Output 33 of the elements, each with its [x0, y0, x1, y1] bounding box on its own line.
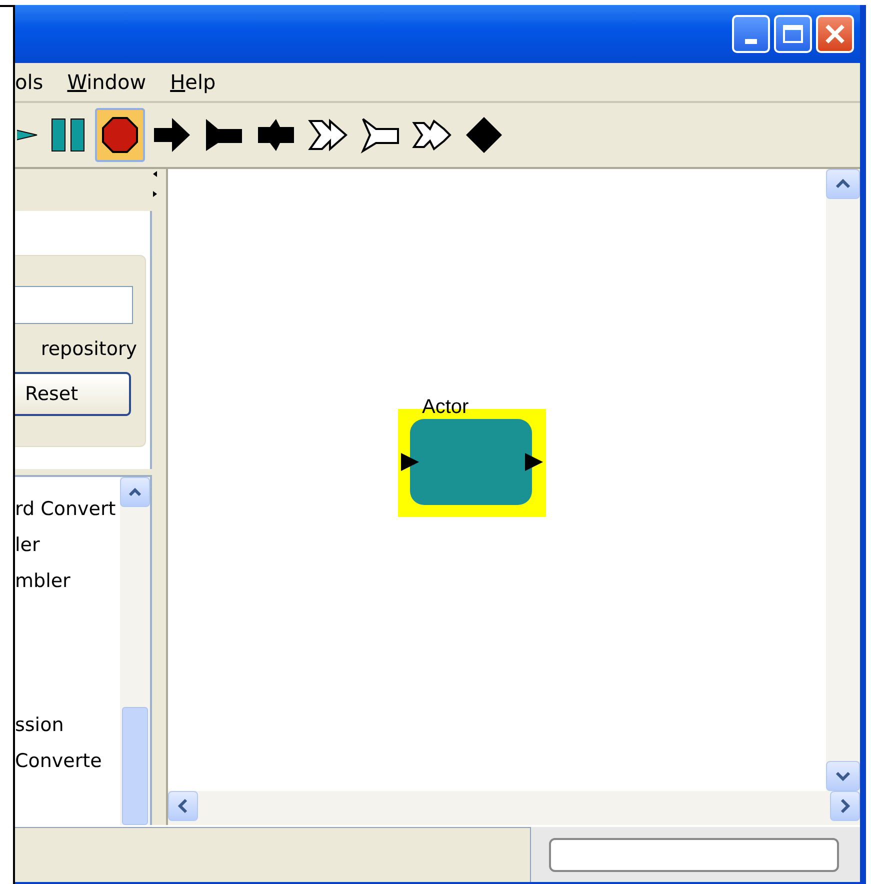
scrollbar-thumb[interactable] [122, 707, 148, 825]
output-port-icon [524, 452, 544, 472]
splitter-arrows-icon [152, 169, 158, 199]
caret-right-icon [840, 798, 850, 814]
search-field[interactable] [15, 286, 133, 324]
input-port-icon [400, 452, 420, 472]
toolbar-stop-button[interactable] [95, 108, 145, 162]
library-item[interactable]: rd Convert [15, 493, 120, 529]
maximize-button[interactable] [774, 15, 812, 53]
close-icon [824, 23, 846, 45]
menu-item[interactable]: Window [67, 70, 146, 94]
option-label: repository [40, 338, 137, 360]
diamond-icon [464, 115, 504, 155]
scroll-up-button[interactable] [120, 477, 150, 507]
scroll-left-button[interactable] [168, 791, 198, 821]
caret-up-icon [835, 179, 851, 189]
library-item[interactable]: ler [15, 529, 120, 565]
library-item[interactable]: Converte [15, 745, 120, 781]
caret-left-icon [178, 798, 188, 814]
close-button[interactable] [816, 15, 854, 53]
library-item[interactable]: mbler [15, 565, 120, 601]
scroll-up-button[interactable] [826, 169, 860, 199]
caret-up-icon [128, 487, 142, 497]
arrow-icon [152, 115, 192, 155]
minimize-button[interactable] [732, 15, 770, 53]
reset-button[interactable]: Reset [15, 372, 131, 416]
caret-down-icon [835, 771, 851, 781]
scroll-down-button[interactable] [826, 761, 860, 791]
stop-icon [100, 115, 140, 155]
scroll-right-button[interactable] [830, 791, 860, 821]
library-item[interactable]: ssion [15, 709, 120, 745]
menu-item[interactable]: ols [15, 70, 44, 94]
menu-item[interactable]: Help [170, 70, 216, 94]
